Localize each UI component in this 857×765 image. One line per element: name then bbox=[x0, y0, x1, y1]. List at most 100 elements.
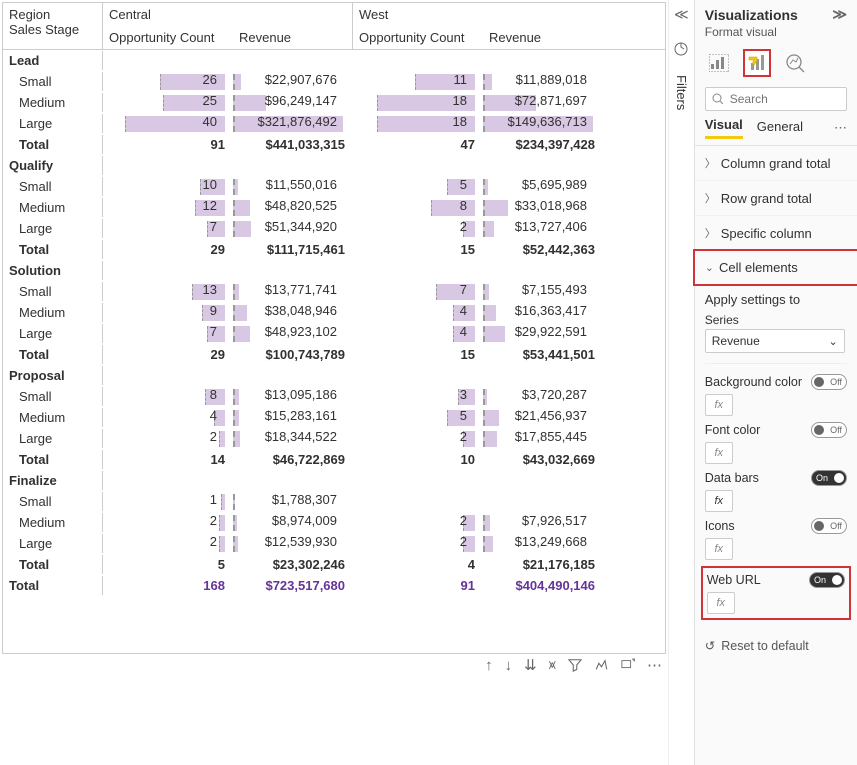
table-row[interactable]: Medium 2 $8,974,009 2 $7,926,517 bbox=[3, 512, 665, 533]
table-row[interactable]: Small 10 $11,550,016 5 $5,695,989 bbox=[3, 176, 665, 197]
databars-toggle[interactable]: On bbox=[811, 470, 847, 486]
subtotal-row[interactable]: Total 14 $46,722,869 10 $43,032,669 bbox=[3, 449, 665, 470]
section-cell-elements[interactable]: ⌄Cell elements bbox=[693, 249, 857, 286]
series-dropdown[interactable]: Revenue ⌄ bbox=[705, 329, 845, 353]
data-cell[interactable]: $12,539,930 bbox=[233, 534, 353, 554]
data-cell[interactable]: 2 bbox=[353, 219, 483, 239]
region-header-west[interactable]: West bbox=[353, 3, 603, 26]
weburl-toggle[interactable]: On bbox=[809, 572, 845, 588]
table-row[interactable]: Medium 4 $15,283,161 5 $21,456,937 bbox=[3, 407, 665, 428]
stage-header[interactable]: Proposal bbox=[3, 366, 103, 385]
icons-fx[interactable]: fx bbox=[705, 538, 733, 560]
data-cell[interactable]: 2 bbox=[103, 429, 233, 449]
table-row[interactable]: Large 40 $321,876,492 18 $149,636,713 bbox=[3, 113, 665, 134]
data-cell[interactable]: $5,695,989 bbox=[483, 177, 603, 197]
table-row[interactable]: Medium 9 $38,048,946 4 $16,363,417 bbox=[3, 302, 665, 323]
section-row-grand-total[interactable]: 〉Row grand total bbox=[695, 181, 857, 216]
expand-panel-icon[interactable]: ≫ bbox=[832, 6, 847, 23]
collapse-icon[interactable]: ≪ bbox=[674, 6, 689, 23]
data-cell[interactable]: $8,974,009 bbox=[233, 513, 353, 533]
data-cell[interactable]: 18 bbox=[353, 93, 483, 113]
data-cell[interactable]: 9 bbox=[103, 303, 233, 323]
search-box[interactable] bbox=[705, 87, 847, 111]
measure-oc-1[interactable]: Opportunity Count bbox=[103, 26, 233, 49]
data-cell[interactable]: $13,727,406 bbox=[483, 219, 603, 239]
data-cell[interactable]: 11 bbox=[353, 72, 483, 92]
data-cell[interactable]: $13,771,741 bbox=[233, 282, 353, 302]
data-cell[interactable]: $7,155,493 bbox=[483, 282, 603, 302]
subtotal-row[interactable]: Total 29 $100,743,789 15 $53,441,501 bbox=[3, 344, 665, 365]
data-cell[interactable]: 26 bbox=[103, 72, 233, 92]
section-specific-column[interactable]: 〉Specific column bbox=[695, 216, 857, 251]
data-cell[interactable]: 1 bbox=[103, 492, 233, 512]
filters-glyph-icon[interactable] bbox=[673, 41, 689, 57]
data-cell[interactable]: $3,720,287 bbox=[483, 387, 603, 407]
stage-header[interactable]: Lead bbox=[3, 51, 103, 70]
measure-rev-2[interactable]: Revenue bbox=[483, 26, 603, 49]
reset-to-default[interactable]: ↺ Reset to default bbox=[695, 628, 857, 663]
data-cell[interactable]: $149,636,713 bbox=[483, 114, 603, 134]
data-cell[interactable]: $48,820,525 bbox=[233, 198, 353, 218]
data-cell[interactable]: 10 bbox=[103, 177, 233, 197]
tab-more-icon[interactable]: ⋯ bbox=[834, 120, 847, 136]
data-cell[interactable]: $1,788,307 bbox=[233, 492, 353, 512]
data-cell[interactable]: 2 bbox=[103, 534, 233, 554]
stage-header[interactable]: Finalize bbox=[3, 471, 103, 490]
tab-general[interactable]: General bbox=[757, 119, 803, 138]
subtotal-row[interactable]: Total 5 $23,302,246 4 $21,176,185 bbox=[3, 554, 665, 575]
data-cell[interactable]: $11,550,016 bbox=[233, 177, 353, 197]
data-cell[interactable]: $38,048,946 bbox=[233, 303, 353, 323]
data-cell[interactable] bbox=[483, 492, 603, 512]
data-cell[interactable]: $33,018,968 bbox=[483, 198, 603, 218]
section-column-grand-total[interactable]: 〉Column grand total bbox=[695, 146, 857, 181]
data-cell[interactable]: $96,249,147 bbox=[233, 93, 353, 113]
format-visual-icon[interactable] bbox=[743, 49, 771, 77]
weburl-fx[interactable]: fx bbox=[707, 592, 735, 614]
data-cell[interactable]: 7 bbox=[103, 219, 233, 239]
subtotal-row[interactable]: Total 29 $111,715,461 15 $52,442,363 bbox=[3, 239, 665, 260]
table-row[interactable]: Large 7 $51,344,920 2 $13,727,406 bbox=[3, 218, 665, 239]
matrix-visual[interactable]: Region Sales Stage Central West Opportun… bbox=[2, 2, 666, 654]
table-row[interactable]: Large 2 $12,539,930 2 $13,249,668 bbox=[3, 533, 665, 554]
data-cell[interactable]: 7 bbox=[353, 282, 483, 302]
search-input[interactable] bbox=[730, 92, 840, 106]
data-cell[interactable]: 4 bbox=[353, 303, 483, 323]
tab-visual[interactable]: Visual bbox=[705, 117, 743, 139]
icons-toggle[interactable]: Off bbox=[811, 518, 847, 534]
spotlight-icon[interactable] bbox=[594, 658, 609, 672]
data-cell[interactable]: $7,926,517 bbox=[483, 513, 603, 533]
data-cell[interactable]: $48,923,102 bbox=[233, 324, 353, 344]
data-cell[interactable] bbox=[353, 492, 483, 512]
table-row[interactable]: Medium 12 $48,820,525 8 $33,018,968 bbox=[3, 197, 665, 218]
filter-icon[interactable] bbox=[568, 658, 582, 672]
data-cell[interactable]: 2 bbox=[103, 513, 233, 533]
measure-rev-1[interactable]: Revenue bbox=[233, 26, 353, 49]
data-cell[interactable]: 25 bbox=[103, 93, 233, 113]
region-header-central[interactable]: Central bbox=[103, 3, 353, 26]
table-row[interactable]: Large 2 $18,344,522 2 $17,855,445 bbox=[3, 428, 665, 449]
data-cell[interactable]: $29,922,591 bbox=[483, 324, 603, 344]
data-cell[interactable]: $11,889,018 bbox=[483, 72, 603, 92]
data-cell[interactable]: $18,344,522 bbox=[233, 429, 353, 449]
data-cell[interactable]: $72,871,697 bbox=[483, 93, 603, 113]
stage-header[interactable]: Solution bbox=[3, 261, 103, 280]
drill-up-icon[interactable]: ↑ bbox=[485, 657, 493, 674]
expand-all-icon[interactable]: ⩙ bbox=[549, 657, 556, 673]
data-cell[interactable]: 2 bbox=[353, 513, 483, 533]
analytics-icon[interactable] bbox=[781, 49, 809, 77]
font-color-fx[interactable]: fx bbox=[705, 442, 733, 464]
data-cell[interactable]: 4 bbox=[353, 324, 483, 344]
data-cell[interactable]: $21,456,937 bbox=[483, 408, 603, 428]
bg-color-fx[interactable]: fx bbox=[705, 394, 733, 416]
data-cell[interactable]: $17,855,445 bbox=[483, 429, 603, 449]
build-visual-icon[interactable] bbox=[705, 49, 733, 77]
stage-header[interactable]: Qualify bbox=[3, 156, 103, 175]
expand-down-icon[interactable]: ⇊ bbox=[524, 656, 537, 674]
data-cell[interactable]: 13 bbox=[103, 282, 233, 302]
subtotal-row[interactable]: Total 91 $441,033,315 47 $234,397,428 bbox=[3, 134, 665, 155]
data-cell[interactable]: 40 bbox=[103, 114, 233, 134]
data-cell[interactable]: $16,363,417 bbox=[483, 303, 603, 323]
font-color-toggle[interactable]: Off bbox=[811, 422, 847, 438]
data-cell[interactable]: 5 bbox=[353, 408, 483, 428]
filters-tab[interactable]: Filters bbox=[674, 75, 689, 110]
